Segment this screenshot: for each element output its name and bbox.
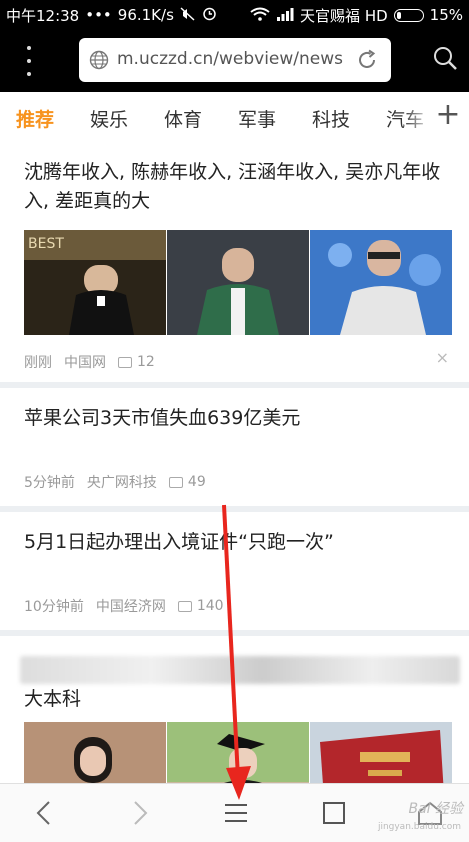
wifi-icon bbox=[250, 7, 270, 24]
article-comment-count: 12 bbox=[137, 354, 155, 370]
globe-icon bbox=[89, 50, 109, 70]
article-title[interactable]: 苹果公司3天市值失血639亿美元 bbox=[24, 404, 454, 433]
url-text: m.uczzd.cn/webview/newslis bbox=[117, 49, 343, 69]
article-thumbnail[interactable] bbox=[24, 722, 166, 783]
article-thumbnail[interactable] bbox=[310, 722, 452, 783]
tab-recommend[interactable]: 推荐 bbox=[16, 105, 54, 132]
news-feed[interactable]: 沈腾年收入, 陈赫年收入, 汪涵年收入, 吴亦凡年收入, 差距真的大 BEST bbox=[0, 142, 469, 783]
url-field[interactable]: m.uczzd.cn/webview/newslis bbox=[79, 38, 391, 82]
back-button[interactable] bbox=[14, 784, 74, 842]
comment-icon bbox=[118, 356, 132, 368]
blurred-title bbox=[20, 656, 460, 684]
article-source: 中国经济网 bbox=[95, 599, 166, 615]
article-time: 刚刚 bbox=[24, 355, 52, 371]
alarm-icon bbox=[202, 6, 217, 24]
status-carrier: 天官赐福 HD bbox=[300, 6, 388, 25]
dismiss-icon[interactable]: × bbox=[436, 348, 449, 367]
watermark-logo: Bai 经验 bbox=[408, 801, 463, 817]
article-meta: 刚刚 中国网 12 bbox=[24, 352, 167, 372]
article-time: 10分钟前 bbox=[24, 599, 84, 615]
tab-sports[interactable]: 体育 bbox=[164, 105, 202, 132]
bottom-navigation: Bai 经验 jingyan.baidu.com bbox=[0, 783, 469, 842]
article-source: 中国网 bbox=[64, 355, 106, 371]
status-notification-dots: ••• bbox=[85, 6, 112, 24]
tab-tech[interactable]: 科技 bbox=[312, 105, 350, 132]
status-bar: 中午12:38 ••• 96.1K/s 天官赐福 HD 15% bbox=[0, 0, 469, 30]
comment-icon bbox=[168, 476, 183, 488]
status-net-speed: 96.1K/s bbox=[117, 6, 174, 24]
more-menu-icon[interactable] bbox=[22, 46, 36, 76]
battery-icon bbox=[393, 8, 424, 22]
article-title[interactable]: 5月1日起办理出入境证件“只跑一次” bbox=[24, 528, 454, 557]
svg-text:BEST: BEST bbox=[28, 236, 64, 252]
article-meta: 5分钟前 央广网科技 49 bbox=[24, 472, 218, 492]
tab-entertainment[interactable]: 娱乐 bbox=[90, 105, 128, 132]
divider bbox=[0, 506, 469, 512]
windows-button[interactable] bbox=[304, 784, 364, 842]
window-icon bbox=[323, 802, 345, 824]
article-title[interactable]: 大本科 bbox=[24, 685, 454, 714]
menu-button[interactable] bbox=[206, 784, 266, 842]
article-meta: 10分钟前 中国经济网 140 bbox=[24, 596, 236, 616]
article-thumbnail[interactable]: BEST bbox=[24, 230, 166, 335]
signal-icon bbox=[276, 7, 294, 24]
chevron-right-icon bbox=[134, 801, 148, 825]
article-thumbnail[interactable] bbox=[167, 722, 309, 783]
divider bbox=[0, 382, 469, 388]
forward-button[interactable] bbox=[110, 784, 170, 842]
chevron-left-icon bbox=[36, 801, 50, 825]
article-title[interactable]: 沈腾年收入, 陈赫年收入, 汪涵年收入, 吴亦凡年收入, 差距真的大 bbox=[24, 158, 454, 216]
status-battery-level: 15% bbox=[429, 6, 463, 24]
article-thumbnail[interactable] bbox=[310, 230, 452, 335]
watermark-url: jingyan.baidu.com bbox=[377, 822, 461, 832]
menu-icon bbox=[225, 804, 247, 822]
reload-icon[interactable] bbox=[355, 48, 379, 72]
mute-icon bbox=[180, 6, 196, 24]
article-source: 央广网科技 bbox=[86, 475, 157, 491]
article-time: 5分钟前 bbox=[24, 475, 75, 491]
article-comment-count: 140 bbox=[196, 598, 224, 614]
comment-icon bbox=[177, 600, 192, 612]
tab-military[interactable]: 军事 bbox=[238, 105, 276, 132]
address-bar: m.uczzd.cn/webview/newslis bbox=[0, 30, 469, 92]
article-thumbnail[interactable] bbox=[167, 230, 309, 335]
category-tabs: 推荐 娱乐 体育 军事 科技 汽车 + bbox=[0, 92, 469, 143]
divider bbox=[0, 630, 469, 636]
add-tab-button[interactable]: + bbox=[433, 98, 463, 132]
article-comment-count: 49 bbox=[187, 474, 206, 490]
search-icon[interactable] bbox=[431, 44, 459, 72]
status-time: 中午12:38 bbox=[6, 6, 80, 25]
